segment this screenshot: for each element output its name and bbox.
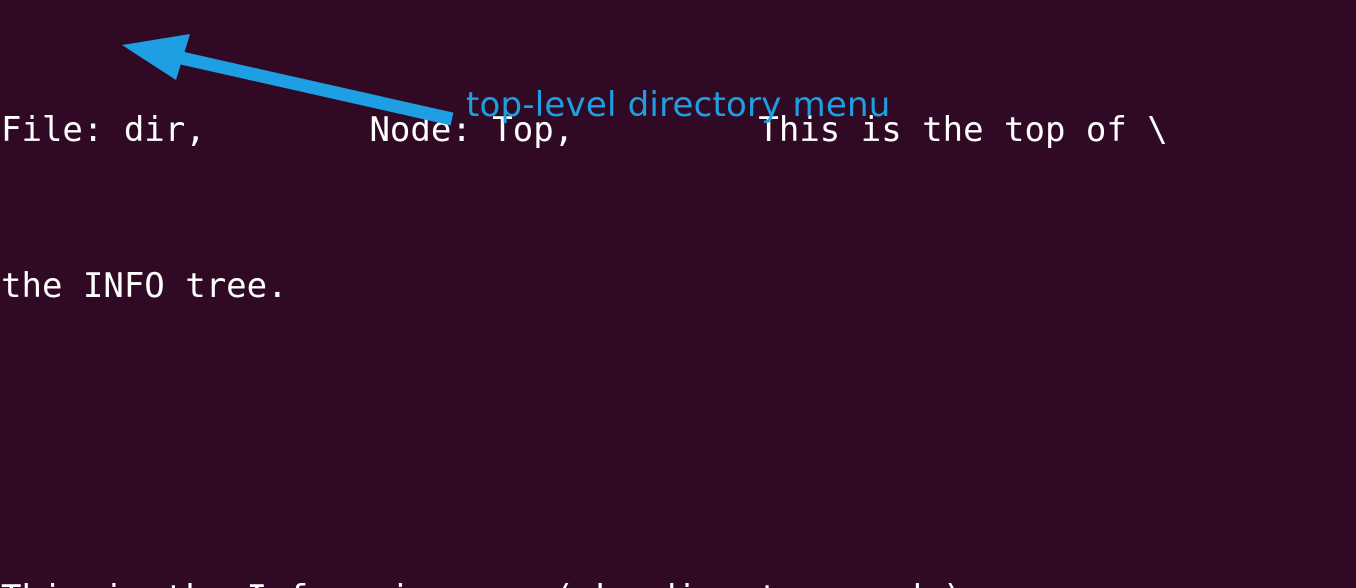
- terminal-line-main-menu: This is the Info main menu (aka director…: [0, 572, 1356, 588]
- terminal-window[interactable]: File: dir, Node: Top, This is the top of…: [0, 0, 1356, 588]
- annotation-label: top-level directory menu: [466, 85, 891, 125]
- terminal-line-header-2: the INFO tree.: [1, 266, 288, 306]
- terminal-line-blank-1: [0, 416, 1356, 468]
